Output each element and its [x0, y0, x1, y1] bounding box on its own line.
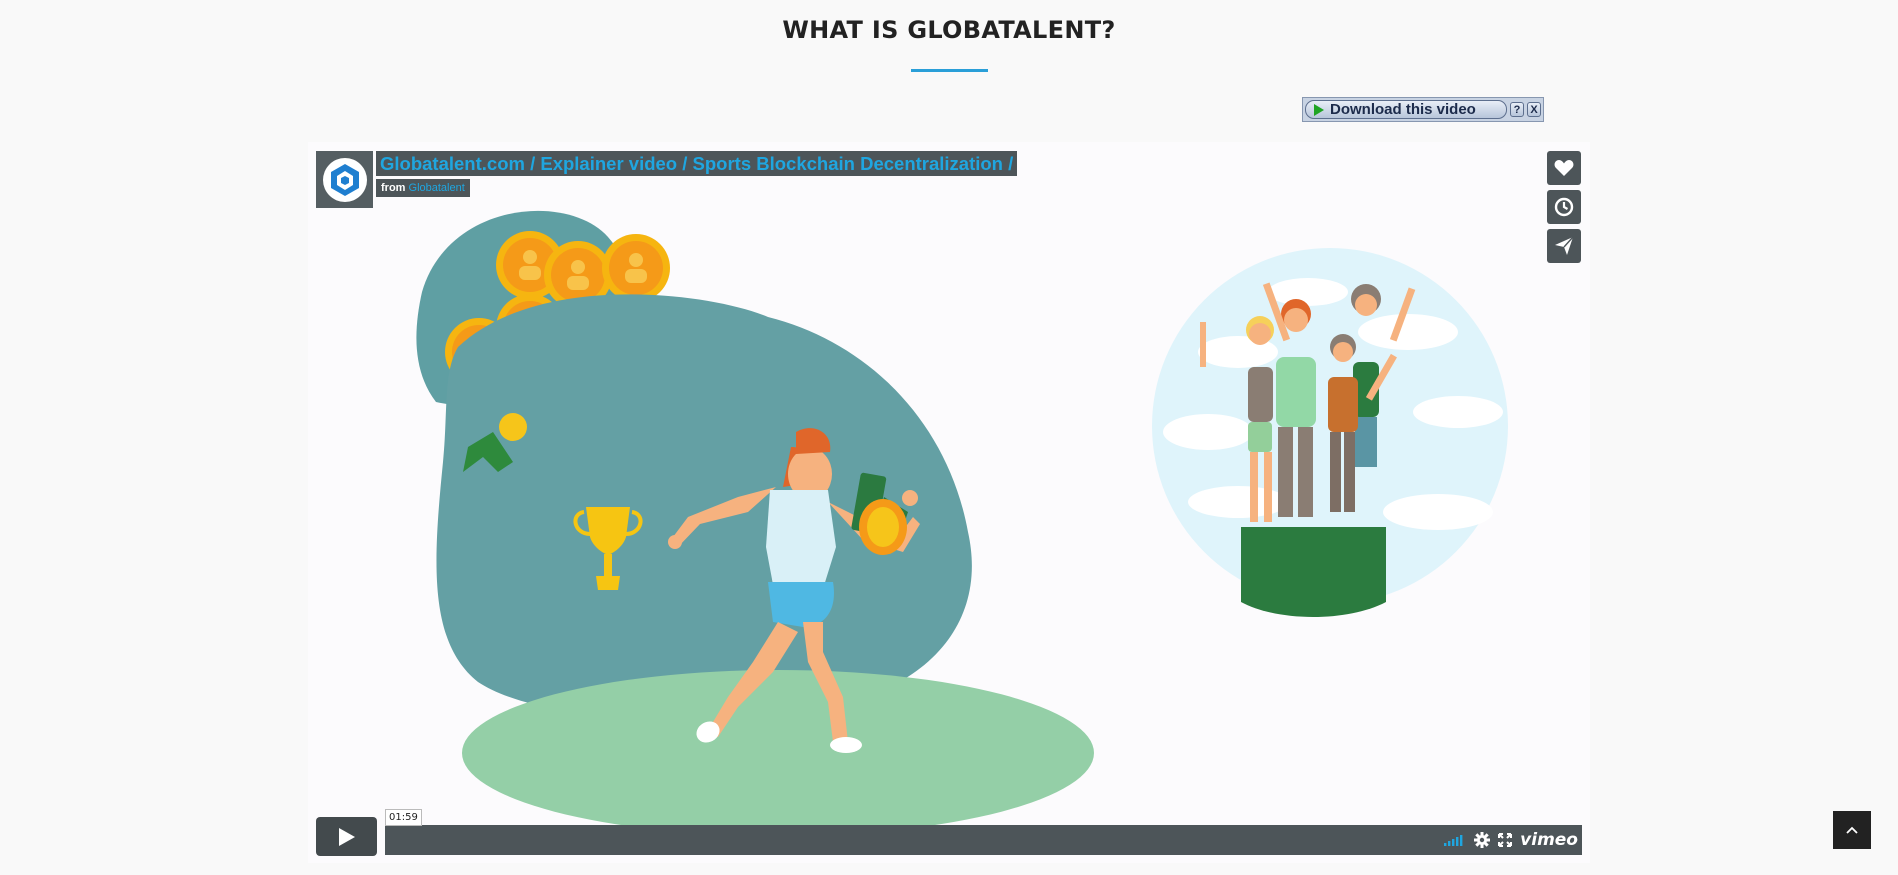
fullscreen-icon[interactable] — [1498, 833, 1513, 847]
player-controls: 01:59 vimeo — [316, 809, 1582, 856]
vimeo-logo-link[interactable]: vimeo — [1520, 830, 1578, 850]
volume-bars-icon[interactable] — [1444, 834, 1466, 846]
share-button[interactable] — [1547, 229, 1581, 263]
player-controls-right: vimeo — [1444, 825, 1578, 855]
play-arrow-icon — [1314, 103, 1324, 116]
clock-icon — [1554, 197, 1574, 217]
gear-icon[interactable] — [1474, 832, 1491, 848]
play-button[interactable] — [316, 817, 377, 856]
channel-logo[interactable] — [316, 151, 373, 208]
progress-bar[interactable] — [385, 825, 1582, 855]
download-video-toolbar: Download this video ? X — [1302, 97, 1544, 122]
video-player[interactable]: Globatalent.com / Explainer video / Spor… — [308, 142, 1590, 863]
section-title: WHAT IS GLOBATALENT? — [782, 16, 1116, 44]
download-video-button[interactable]: Download this video — [1305, 100, 1507, 119]
title-underline — [911, 69, 988, 72]
video-owner-link[interactable]: Globatalent — [409, 182, 465, 194]
video-byline: from Globatalent — [376, 179, 470, 197]
chevron-up-icon — [1846, 826, 1858, 834]
play-icon — [338, 827, 355, 846]
like-button[interactable] — [1547, 151, 1581, 185]
video-title-link[interactable]: Globatalent.com / Explainer video / Spor… — [376, 151, 1018, 176]
scroll-to-top-button[interactable] — [1833, 811, 1871, 849]
player-side-actions — [1547, 151, 1581, 268]
heart-icon — [1554, 160, 1574, 176]
byline-from-label: from — [381, 182, 406, 194]
paper-plane-icon — [1555, 236, 1574, 255]
video-frame-illustration — [416, 210, 1508, 836]
download-video-label: Download this video — [1330, 101, 1476, 118]
download-close-button[interactable]: X — [1527, 102, 1541, 117]
globatalent-logo-icon — [322, 157, 367, 202]
timecode-tooltip: 01:59 — [385, 809, 422, 826]
download-help-button[interactable]: ? — [1510, 102, 1524, 117]
watch-later-button[interactable] — [1547, 190, 1581, 224]
